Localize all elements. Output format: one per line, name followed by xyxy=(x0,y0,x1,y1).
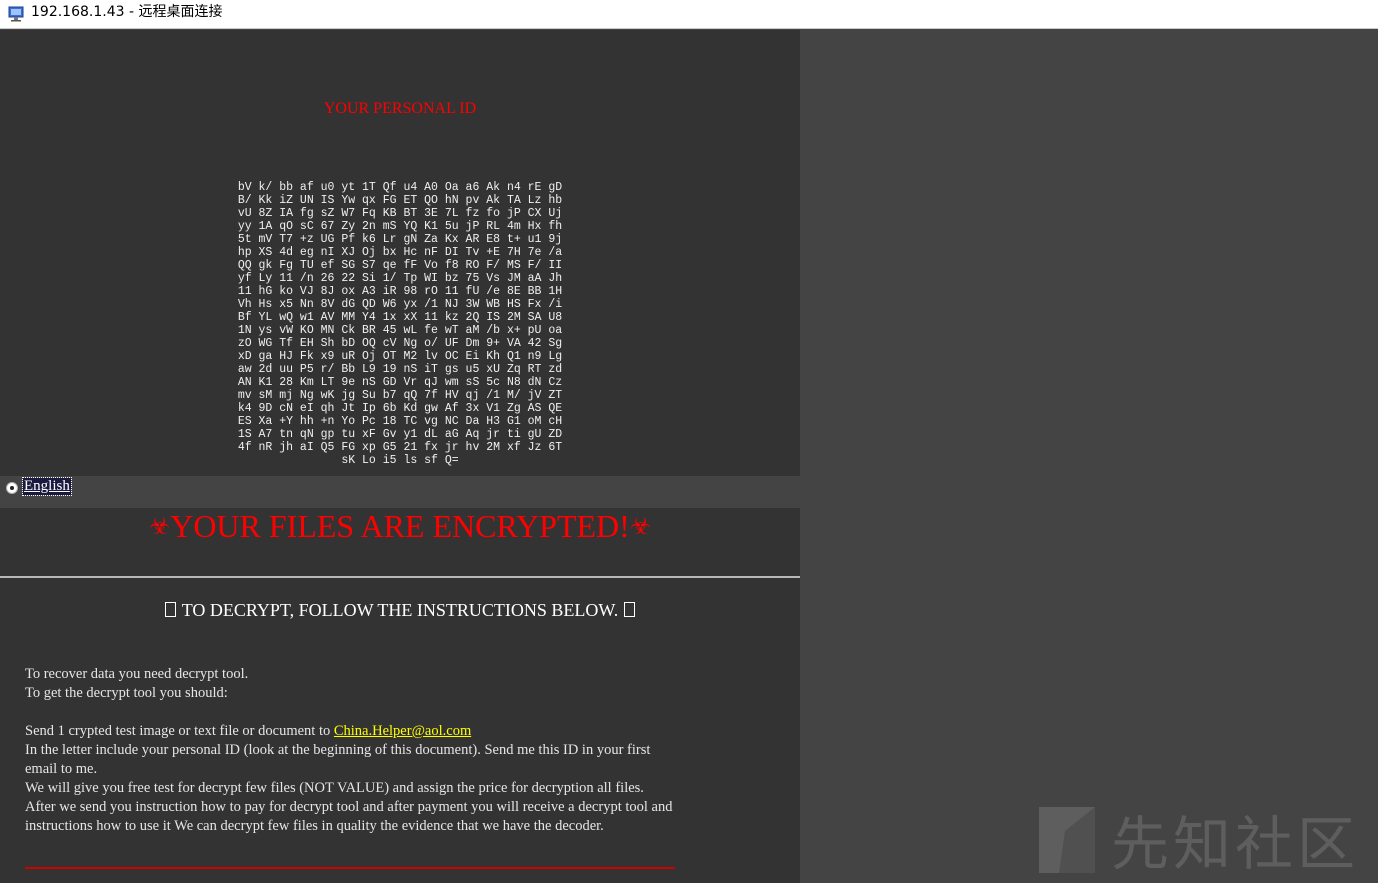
instruction-line: To get the decrypt tool you should: xyxy=(25,685,228,701)
missing-glyph-icon xyxy=(624,602,636,617)
instruction-line: To recover data you need decrypt tool. xyxy=(25,666,249,682)
instruction-line: In the letter include your personal ID (… xyxy=(25,742,651,777)
encrypted-banner: ☣YOUR FILES ARE ENCRYPTED!☣ xyxy=(0,508,800,576)
section-divider xyxy=(0,576,800,578)
language-radio[interactable] xyxy=(6,482,18,494)
biohazard-icon: ☣ xyxy=(148,512,171,540)
encrypted-heading: ☣YOUR FILES ARE ENCRYPTED!☣ xyxy=(0,508,800,545)
instructions-heading: TO DECRYPT, FOLLOW THE INSTRUCTIONS BELO… xyxy=(0,600,800,621)
biohazard-icon: ☣ xyxy=(629,512,652,540)
instruction-send-line: Send 1 crypted test image or text file o… xyxy=(25,722,685,741)
personal-id-panel: YOUR PERSONAL ID bV k/ bb af u0 yt 1T Qf… xyxy=(0,54,800,476)
watermark-text: 先知社区 xyxy=(1111,810,1360,878)
personal-id-title: YOUR PERSONAL ID xyxy=(323,100,477,117)
instructions-body: To recover data you need decrypt tool. T… xyxy=(25,665,685,836)
remote-desktop-icon xyxy=(8,6,24,22)
window-titlebar: 192.168.1.43 - 远程桌面连接 xyxy=(0,0,1378,29)
language-selector: English xyxy=(0,476,800,508)
ransom-note: YOUR PERSONAL ID bV k/ bb af u0 yt 1T Qf… xyxy=(0,30,800,883)
red-divider xyxy=(25,867,675,869)
instructions-heading-text: TO DECRYPT, FOLLOW THE INSTRUCTIONS BELO… xyxy=(181,600,619,620)
instruction-line: We will give you free test for decrypt f… xyxy=(25,780,644,796)
contact-email-link[interactable]: China.Helper@aol.com xyxy=(334,723,471,739)
language-label[interactable]: English xyxy=(22,477,72,496)
instruction-line: After we send you instruction how to pay… xyxy=(25,799,673,834)
watermark: 先知社区 xyxy=(1035,800,1365,878)
personal-id-code: bV k/ bb af u0 yt 1T Qf u4 A0 Oa a6 Ak n… xyxy=(237,181,563,467)
missing-glyph-icon xyxy=(164,602,176,617)
watermark-logo-icon xyxy=(1039,807,1095,873)
send-prefix: Send 1 crypted test image or text file o… xyxy=(25,723,334,739)
encrypted-text: YOUR FILES ARE ENCRYPTED! xyxy=(170,508,630,544)
window-title: 192.168.1.43 - 远程桌面连接 xyxy=(31,4,223,20)
